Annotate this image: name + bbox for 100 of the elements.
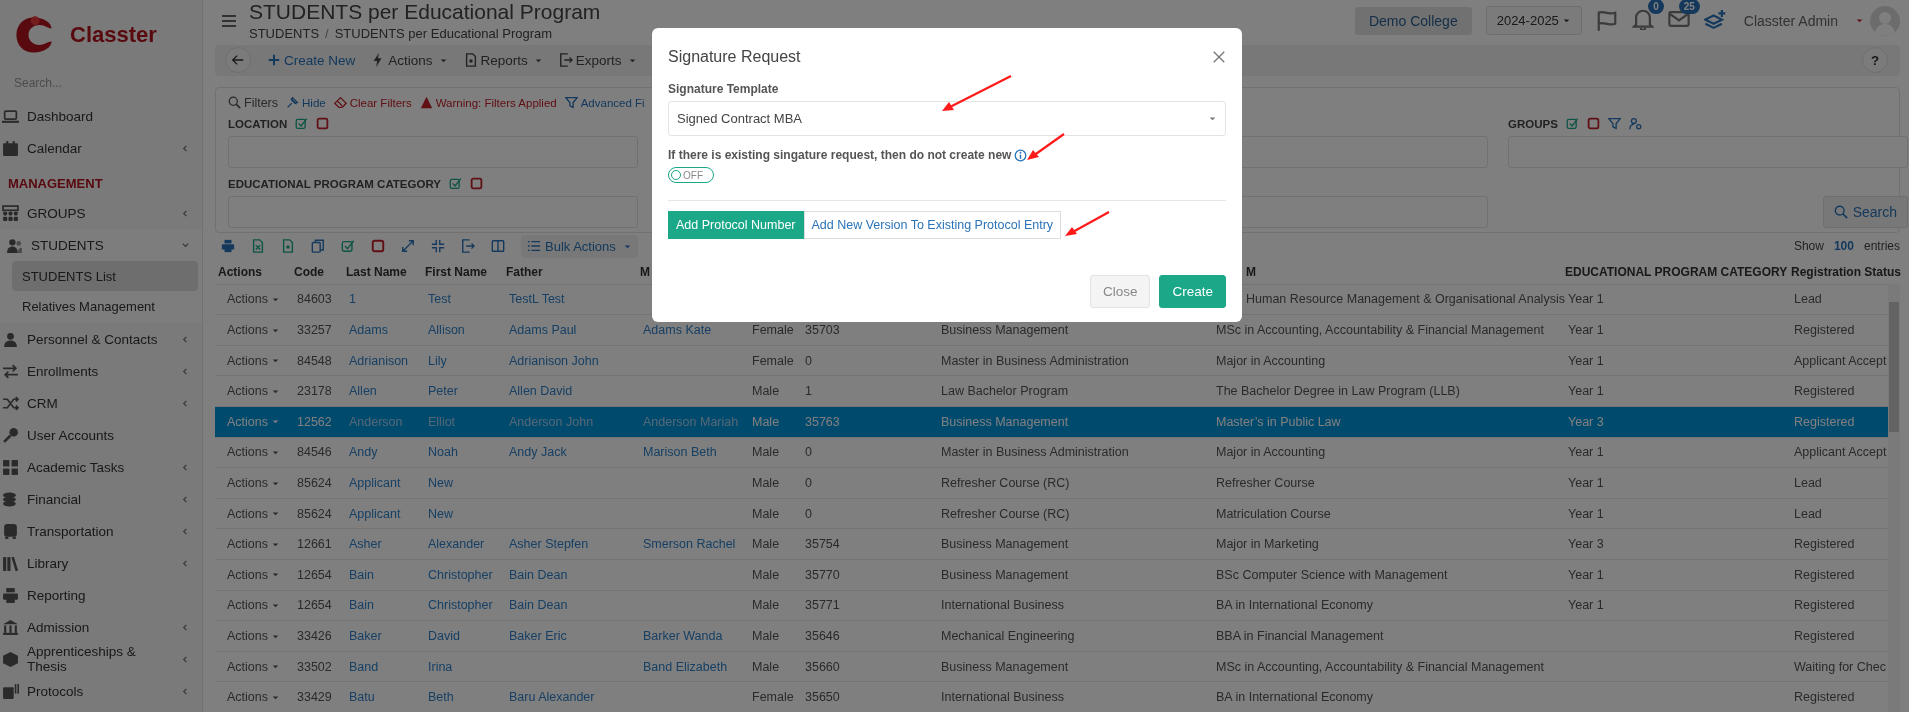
sidebar-subitem[interactable]: STUDENTS List [12, 261, 198, 291]
table-row[interactable]: Actions 33426 Baker David Baker Eric Barker Wanda Male 35646 Mechanical Engineering BBA in Financial Management Registered [215, 620, 1888, 651]
table-link[interactable]: Adrianison [349, 353, 409, 368]
column-header[interactable]: Actions [218, 264, 262, 279]
sidebar-subitem[interactable]: Relatives Management [12, 291, 198, 321]
table-link[interactable]: Bain [349, 598, 375, 613]
breadcrumb-item[interactable]: STUDENTS per Educational Program [334, 26, 553, 41]
actions-dropdown[interactable]: Actions [227, 384, 280, 399]
table-row[interactable]: Actions 12654 Bain Christopher Bain Dean Male 35770 Business Management BSc Computer Science with Management Year 1 Registered [215, 559, 1888, 590]
square-icon[interactable] [469, 177, 483, 191]
table-link[interactable]: Christopher [428, 567, 493, 582]
user-icon[interactable] [1628, 117, 1642, 131]
columns-icon[interactable] [491, 239, 505, 254]
mode-toggle-button[interactable]: Add New Version To Existing Protocol Entry [803, 211, 1062, 239]
actions-dropdown[interactable]: Actions [227, 445, 280, 460]
actions-dropdown[interactable]: Actions [227, 292, 280, 307]
expand-icon[interactable] [401, 239, 415, 254]
table-link[interactable]: Band Elizabeth [643, 659, 728, 674]
export-icon[interactable] [461, 239, 475, 254]
table-link[interactable]: Peter [428, 384, 458, 399]
column-header[interactable]: Last Name [346, 264, 407, 279]
table-link[interactable]: Applicant [349, 506, 401, 521]
check-square-icon[interactable] [341, 239, 355, 254]
actions-dropdown[interactable]: Actions [227, 537, 280, 552]
table-link[interactable]: Allen David [509, 384, 573, 399]
table-row[interactable]: Actions 84548 Adrianison Lily Adrianison John Female 0 Master in Business Administration Major in Accounting Year 1 Applicant Accept [215, 344, 1888, 376]
toolbar-button[interactable]: Exports [558, 52, 637, 68]
table-link[interactable]: Allison [428, 323, 465, 338]
bulk-actions-button[interactable]: Bulk Actions [521, 234, 638, 258]
table-link[interactable]: Bain Dean [509, 567, 568, 582]
sidebar-item[interactable]: CRM [0, 387, 202, 419]
copy-icon[interactable] [311, 239, 325, 254]
table-link[interactable]: 1 [349, 292, 356, 307]
bell-icon[interactable] [1631, 7, 1654, 30]
college-button[interactable]: Demo College [1354, 6, 1472, 35]
table-link[interactable]: New [428, 476, 453, 491]
table-link[interactable]: Batu [349, 690, 375, 705]
sidebar-item[interactable]: Transportation [0, 515, 202, 547]
close-button[interactable]: Close [1089, 275, 1151, 308]
layers-icon[interactable] [1703, 9, 1726, 32]
table-link[interactable]: Barker Wanda [643, 629, 723, 643]
table-row[interactable]: Actions 85624 Applicant New Male 0 Refresher Course (RC) Refresher Course Year 1 Lead [215, 467, 1888, 498]
square-icon[interactable] [316, 117, 330, 131]
scrollbar[interactable] [1888, 283, 1900, 712]
table-link[interactable]: New [428, 506, 453, 521]
column-header[interactable]: M [640, 264, 650, 279]
back-button[interactable] [225, 47, 251, 74]
flag-icon[interactable] [1595, 9, 1618, 32]
table-link[interactable]: TestL Test [509, 292, 565, 307]
sidebar-item[interactable]: User Accounts [0, 419, 202, 451]
table-link[interactable]: Test [428, 292, 451, 307]
year-dropdown[interactable]: 2024-2025 [1485, 6, 1582, 35]
sidebar-item[interactable]: Calendar [0, 132, 202, 164]
table-row[interactable]: Actions 33429 Batu Beth Baru Alexander Female 35650 International Business BA in International Economy Registered [215, 681, 1888, 712]
actions-dropdown[interactable]: Actions [227, 506, 280, 521]
sidebar-item[interactable]: Financial [0, 483, 202, 515]
table-link[interactable]: Smerson Rachel [643, 537, 736, 552]
actions-dropdown[interactable]: Actions [227, 353, 280, 368]
actions-dropdown[interactable]: Actions [227, 476, 280, 491]
actions-dropdown[interactable]: Actions [227, 567, 280, 582]
table-link[interactable]: Asher Stepfen [509, 537, 589, 552]
printer-icon[interactable] [221, 239, 235, 254]
mode-toggle-button[interactable]: Add Protocol Number [668, 211, 804, 239]
table-link[interactable]: Applicant [349, 476, 401, 491]
entries-count[interactable]: 100 [1833, 239, 1854, 254]
sidebar-item[interactable]: Protocols [0, 675, 202, 707]
table-row[interactable]: Actions 12661 Asher Alexander Asher Stepfen Smerson Rachel Male 35754 Business Management Major in Marketing Year 3 Registered [215, 528, 1888, 560]
table-link[interactable]: Baker [349, 629, 382, 643]
sidebar-item[interactable]: Personnel & Contacts [0, 323, 202, 355]
menu-icon[interactable] [221, 12, 237, 29]
table-link[interactable]: Bain [349, 567, 375, 582]
column-header[interactable]: First Name [425, 264, 488, 279]
table-link[interactable]: Andy [349, 445, 378, 460]
table-link[interactable]: Adams Kate [643, 323, 712, 338]
sidebar-item[interactable]: Admission [0, 611, 202, 643]
table-link[interactable]: Noah [428, 445, 458, 460]
table-link[interactable]: Irina [428, 659, 453, 674]
actions-dropdown[interactable]: Actions [227, 690, 280, 705]
table-link[interactable]: Asher [349, 537, 382, 552]
toolbar-button[interactable]: Actions [371, 52, 448, 68]
breadcrumb-item[interactable]: STUDENTS [249, 26, 320, 41]
actions-dropdown[interactable]: Actions [227, 659, 280, 674]
sidebar-item[interactable]: Dashboard [0, 100, 202, 132]
square-icon[interactable] [371, 239, 385, 254]
table-link[interactable]: Adams [349, 323, 388, 338]
table-link[interactable]: David [428, 629, 460, 643]
table-link[interactable]: Adams Paul [509, 323, 577, 338]
table-row[interactable]: Actions 33502 Band Irina Band Elizabeth Male 35660 Business Management MSc in Accounting, Accountability & Financial Management Waiting for Chec [215, 650, 1888, 682]
table-link[interactable]: Band [349, 659, 379, 674]
filter-link[interactable]: Hide [286, 96, 326, 110]
funnel-icon[interactable] [1607, 117, 1621, 131]
toolbar-button[interactable]: Create New [267, 52, 356, 68]
table-row[interactable]: Actions 84546 Andy Noah Andy Jack Marison Beth Male 0 Master in Business Administration Major in Accounting Year 1 Applicant Accept [215, 436, 1888, 468]
toolbar-button[interactable]: Reports [463, 52, 543, 68]
search-button[interactable]: Search [1822, 195, 1908, 228]
user-menu[interactable]: Classter Admin [1743, 12, 1838, 29]
actions-dropdown[interactable]: Actions [227, 323, 280, 338]
table-link[interactable]: Bain Dean [509, 598, 568, 613]
column-header[interactable]: M [1246, 264, 1256, 279]
create-button[interactable]: Create [1159, 275, 1226, 308]
